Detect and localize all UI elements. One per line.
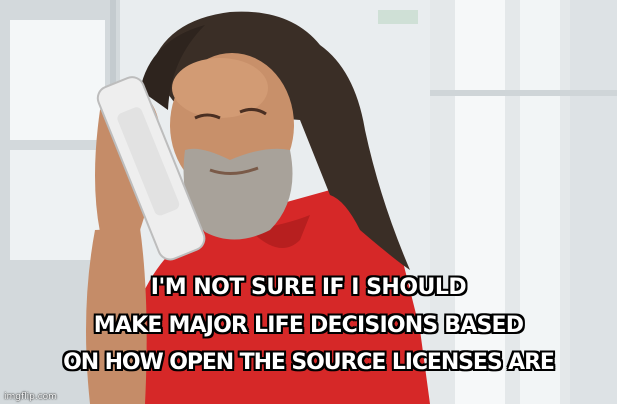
- caption-line-2: MAKE MAJOR LIFE DECISIONS BASED: [93, 313, 524, 338]
- meme-image: I'M NOT SURE IF I SHOULD MAKE MAJOR LIFE…: [0, 0, 617, 404]
- meme-photo: [0, 0, 617, 404]
- caption-line-1: I'M NOT SURE IF I SHOULD: [150, 275, 467, 300]
- imgflip-watermark: imgflip.com: [4, 392, 57, 402]
- caption-line-3: ON HOW OPEN THE SOURCE LICENSES ARE: [63, 350, 555, 375]
